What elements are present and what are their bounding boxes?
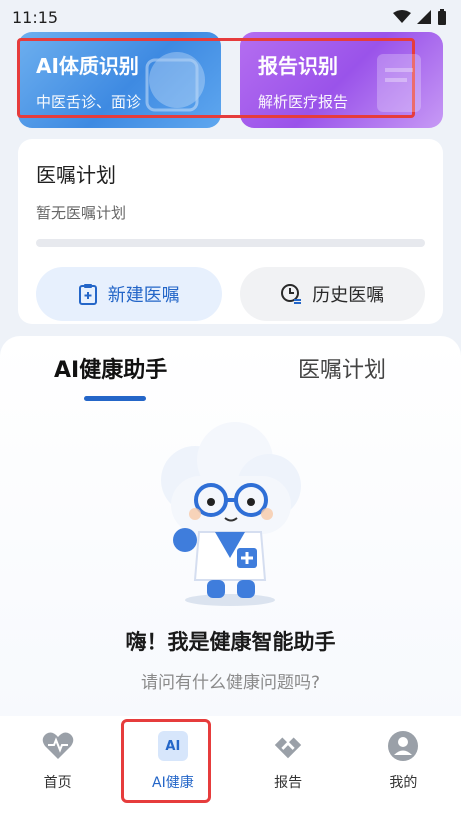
user-icon: [387, 730, 419, 762]
assistant-panel: AI健康助手 医嘱计划 嗨！我是健康智能助手 请问有什么健康问题吗?: [0, 336, 461, 720]
medical-plan-card: 医嘱计划 暂无医嘱计划 新建医嘱 历史医嘱: [18, 139, 443, 324]
ai-constitution-title: AI体质识别: [36, 54, 139, 78]
ai-constitution-subtitle: 中医舌诊、面诊: [36, 93, 142, 111]
nav-item-report[interactable]: 报告: [243, 730, 333, 820]
status-icons: [393, 9, 447, 25]
plan-buttons: 新建医嘱 历史医嘱: [36, 267, 425, 321]
history-plan-label: 历史医嘱: [312, 285, 385, 306]
plan-empty-text: 暂无医嘱计划: [36, 204, 127, 222]
status-time: 11:15: [12, 7, 59, 27]
clipboard-add-icon: [78, 284, 97, 305]
assistant-question: 请问有什么健康问题吗?: [140, 673, 321, 693]
report-recognition-title: 报告识别: [258, 54, 338, 78]
new-plan-label: 新建医嘱: [107, 285, 180, 306]
signal-icon: [417, 10, 431, 24]
tab-indicator: [84, 396, 146, 401]
new-plan-button[interactable]: 新建医嘱: [36, 267, 222, 321]
nav-label-report: 报告: [274, 775, 303, 791]
nav-item-ai-health[interactable]: AI AI健康: [128, 730, 218, 820]
plan-progress-bar: [36, 239, 425, 247]
assistant-greeting: 嗨！我是健康智能助手: [125, 630, 336, 654]
nav-item-home[interactable]: 首页: [13, 730, 103, 820]
ai-icon-text: AI: [157, 731, 188, 761]
ai-constitution-card[interactable]: AI体质识别 中医舌诊、面诊: [18, 32, 221, 128]
status-bar: 11:15: [0, 0, 461, 34]
report-icon: [272, 730, 304, 762]
nav-item-mine[interactable]: 我的: [358, 730, 448, 820]
history-plan-button[interactable]: 历史医嘱: [239, 267, 425, 321]
nav-label-mine: 我的: [389, 775, 418, 791]
nav-label-home: 首页: [43, 775, 72, 791]
tab-ai-assistant[interactable]: AI健康助手: [54, 352, 167, 384]
heart-pulse-icon: [42, 730, 74, 762]
report-recognition-card[interactable]: 报告识别 解析医疗报告: [240, 32, 443, 128]
feature-cards: AI体质识别 中医舌诊、面诊 报告识别 解析医疗报告: [18, 32, 443, 128]
cloud-doctor-mascot: [161, 422, 301, 606]
assistant-tabs: AI健康助手 医嘱计划: [0, 352, 461, 402]
battery-icon: [438, 9, 446, 25]
ai-icon: AI: [157, 730, 189, 762]
plan-title: 医嘱计划: [36, 163, 116, 187]
report-recognition-subtitle: 解析医疗报告: [258, 93, 349, 111]
tab-medical-plan[interactable]: 医嘱计划: [298, 352, 386, 384]
wifi-icon: [393, 10, 411, 23]
nav-label-ai-health: AI健康: [152, 775, 194, 791]
bottom-nav: 首页 AI AI健康 报告 我的: [0, 716, 461, 820]
history-clock-icon: [281, 284, 302, 304]
